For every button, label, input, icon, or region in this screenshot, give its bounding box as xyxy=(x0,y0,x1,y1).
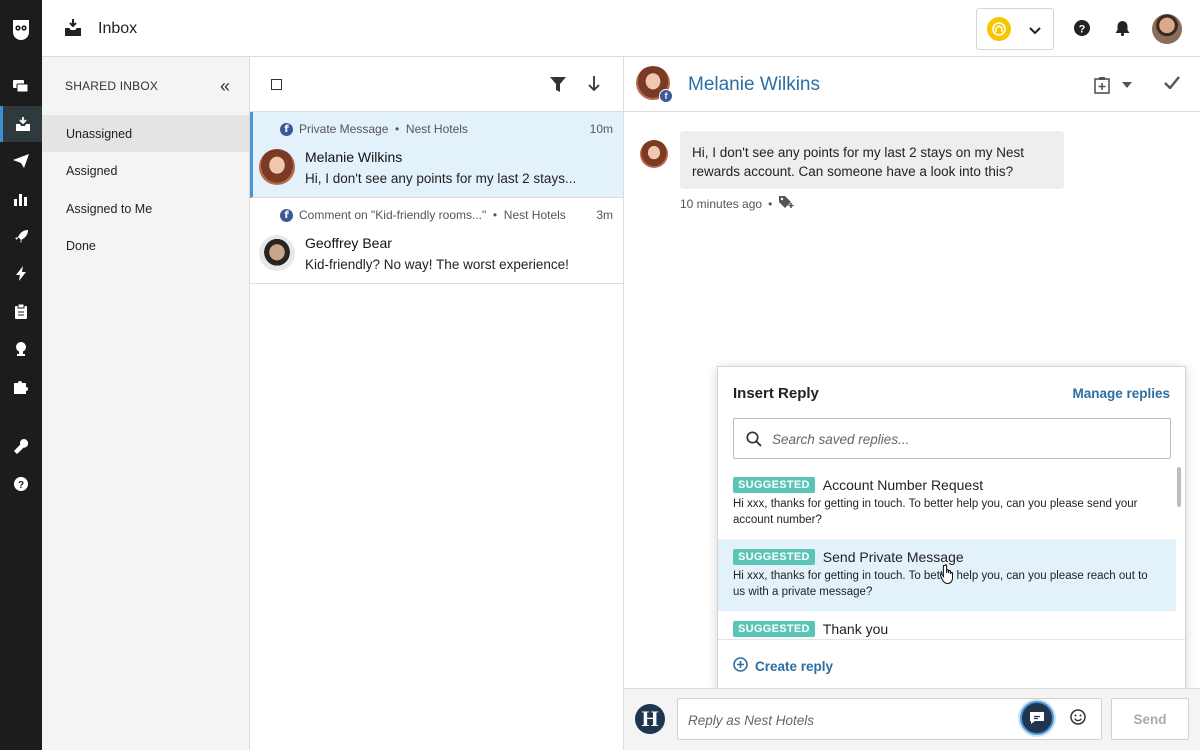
reply-composer: H Send xyxy=(624,688,1200,750)
message-avatar xyxy=(640,140,668,168)
lightning-icon[interactable] xyxy=(0,255,42,291)
conversation-list: f Private Message • Nest Hotels 10m Mela… xyxy=(250,57,624,750)
replies-scrollbar[interactable] xyxy=(1177,467,1181,507)
manage-replies-link[interactable]: Manage replies xyxy=(1072,386,1170,401)
reply-title: Send Private Message xyxy=(822,549,964,565)
help-icon[interactable]: ? xyxy=(1074,20,1090,39)
facebook-icon: f xyxy=(280,122,293,136)
select-all-checkbox[interactable] xyxy=(271,79,282,90)
conversation-header: f Melanie Wilkins xyxy=(624,57,1200,112)
assign-icon[interactable] xyxy=(1094,77,1110,97)
checkmark-icon[interactable] xyxy=(1164,76,1180,92)
reply-input[interactable] xyxy=(688,710,1008,730)
conversation-meta: f Private Message • Nest Hotels xyxy=(280,122,468,136)
insert-reply-popover: Insert Reply Manage replies SUGGESTED Ac… xyxy=(717,366,1186,690)
bullet-separator: • xyxy=(768,196,773,211)
collapse-sidebar-icon[interactable]: « xyxy=(220,77,230,95)
shared-inbox-sidebar: SHARED INBOX « Unassigned Assigned Assig… xyxy=(42,57,250,750)
sort-arrow-down-icon[interactable] xyxy=(588,76,600,95)
wrench-tools-icon[interactable] xyxy=(0,428,42,464)
puzzle-apps-icon[interactable] xyxy=(0,368,42,404)
conversation-name: Melanie Wilkins xyxy=(305,149,403,165)
create-reply-button[interactable]: Create reply xyxy=(733,657,833,675)
conversation-snippet: Hi, I don't see any points for my last 2… xyxy=(305,171,577,186)
sidebar-item-done[interactable]: Done xyxy=(42,227,249,264)
svg-text:?: ? xyxy=(1079,24,1086,36)
contact-name[interactable]: Melanie Wilkins xyxy=(688,74,820,96)
analytics-icon[interactable] xyxy=(0,181,42,217)
top-bar: Inbox ? xyxy=(42,0,1200,57)
popover-title: Insert Reply xyxy=(733,385,819,402)
caret-down-icon[interactable] xyxy=(1122,82,1132,88)
sidebar-item-assigned-to-me[interactable]: Assigned to Me xyxy=(42,190,249,227)
suggested-badge: SUGGESTED xyxy=(733,621,815,637)
facebook-icon: f xyxy=(280,208,293,222)
conversation-name: Geoffrey Bear xyxy=(305,235,392,251)
hand-cursor-icon xyxy=(939,564,956,587)
conversation-time: 3m xyxy=(596,208,613,222)
conversation-item[interactable]: f Private Message • Nest Hotels 10m Mela… xyxy=(250,112,623,198)
saved-replies-list: SUGGESTED Account Number Request Hi xxx,… xyxy=(718,467,1185,639)
organization-logo-icon xyxy=(987,17,1011,41)
avatar xyxy=(259,149,295,185)
sidebar-item-unassigned[interactable]: Unassigned xyxy=(42,115,249,152)
trophy-icon[interactable] xyxy=(0,330,42,366)
filter-icon[interactable] xyxy=(550,77,566,95)
sidebar-item-label: Assigned xyxy=(66,163,118,178)
facebook-icon: f xyxy=(659,89,673,103)
sidebar-title: SHARED INBOX xyxy=(65,79,159,93)
conversation-time: 10m xyxy=(589,122,613,136)
suggested-badge: SUGGESTED xyxy=(733,549,815,565)
reply-title: Account Number Request xyxy=(822,477,984,493)
add-tag-icon[interactable] xyxy=(778,195,794,212)
reply-body: Hi xxx, thanks for getting in touch. To … xyxy=(733,498,1138,526)
create-reply-label: Create reply xyxy=(755,658,834,674)
search-input[interactable] xyxy=(772,429,1152,449)
svg-text:?: ? xyxy=(18,480,24,491)
message-meta: 10 minutes ago • xyxy=(680,195,794,212)
conversation-source: Private Message • Nest Hotels xyxy=(299,122,468,136)
avatar xyxy=(259,235,295,271)
chevron-down-icon xyxy=(1029,23,1041,38)
message-bubble: Hi, I don't see any points for my last 2… xyxy=(680,131,1064,189)
conversation-snippet: Kid-friendly? No way! The worst experien… xyxy=(305,257,569,272)
rocket-icon[interactable] xyxy=(0,218,42,254)
conversation-source: Comment on "Kid-friendly rooms..." • Nes… xyxy=(299,208,566,222)
sidebar-item-assigned[interactable]: Assigned xyxy=(42,152,249,189)
search-box xyxy=(733,418,1171,459)
app-nav-rail: ? xyxy=(0,0,42,750)
message-time: 10 minutes ago xyxy=(680,196,763,211)
saved-replies-icon xyxy=(1030,712,1044,724)
search-icon xyxy=(746,431,762,450)
conversation-item[interactable]: f Comment on "Kid-friendly rooms..." • N… xyxy=(250,198,623,284)
user-avatar[interactable] xyxy=(1152,14,1182,44)
inbox-icon xyxy=(64,19,82,40)
saved-reply-item[interactable]: SUGGESTED Thank you xyxy=(718,611,1176,639)
sidebar-item-label: Assigned to Me xyxy=(66,201,153,216)
popover-footer: Create reply xyxy=(718,639,1185,689)
owl-logo-icon[interactable] xyxy=(0,0,42,60)
inbox-nav-icon[interactable] xyxy=(0,106,42,142)
saved-replies-button[interactable] xyxy=(1020,701,1054,735)
page-title: Inbox xyxy=(98,20,138,37)
emoji-icon[interactable] xyxy=(1070,709,1086,728)
saved-reply-item[interactable]: SUGGESTED Account Number Request Hi xxx,… xyxy=(718,467,1176,539)
sender-avatar: H xyxy=(635,704,665,734)
plus-circle-icon xyxy=(733,657,748,675)
send-button[interactable]: Send xyxy=(1111,698,1189,740)
list-toolbar xyxy=(250,57,623,112)
sidebar-item-label: Unassigned xyxy=(66,126,133,141)
help-nav-icon[interactable]: ? xyxy=(0,466,42,502)
reply-title: Thank you xyxy=(822,621,889,637)
conversation-meta: f Comment on "Kid-friendly rooms..." • N… xyxy=(280,208,566,222)
clipboard-icon[interactable] xyxy=(0,293,42,329)
notification-bell-icon[interactable] xyxy=(1115,20,1130,39)
organization-picker[interactable] xyxy=(976,8,1054,50)
sidebar-item-label: Done xyxy=(66,238,96,253)
streams-icon[interactable] xyxy=(0,69,42,105)
suggested-badge: SUGGESTED xyxy=(733,477,815,493)
publisher-send-icon[interactable] xyxy=(0,143,42,179)
